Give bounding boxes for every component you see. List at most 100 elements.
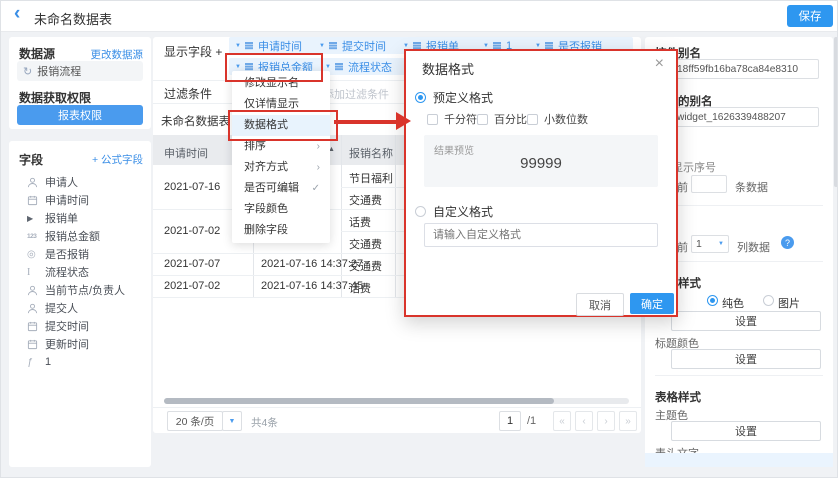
radio-off-icon	[415, 206, 426, 217]
menu-item-detail-only[interactable]: 仅详情显示	[232, 94, 330, 115]
report-permission-button[interactable]: 报表权限	[17, 105, 143, 125]
setting-label: 设置	[735, 423, 757, 439]
menu-item-editable[interactable]: 是否可编辑✓	[232, 178, 330, 199]
table-cell: 2021-07-16	[164, 181, 220, 193]
cancel-button[interactable]: 取消	[576, 293, 624, 316]
custom-format-input[interactable]	[424, 223, 658, 247]
menu-item-sort[interactable]: 排序›	[232, 136, 330, 157]
bg-image-radio[interactable]	[763, 295, 774, 306]
menu-item-field-color[interactable]: 字段颜色	[232, 199, 330, 220]
bg-solid-radio[interactable]	[707, 295, 718, 306]
theme-color-setting-button[interactable]: 设置	[671, 421, 821, 441]
datasource-panel: 数据源 更改数据源 ↻ 报销流程 数据获取权限 报表权限	[9, 37, 151, 129]
table-cell: 节日福利	[349, 170, 393, 186]
header-text-highlight	[645, 453, 833, 467]
field-item[interactable]: 123 报销总金额	[27, 227, 149, 245]
show-first-input[interactable]	[691, 175, 727, 193]
menu-item-label: 排序	[244, 136, 266, 157]
field-item[interactable]: ƒ 1	[27, 353, 149, 371]
checkbox-label: 百分比	[494, 111, 527, 127]
column-header[interactable]: 报销名称	[349, 145, 393, 161]
formula-icon: ƒ	[27, 357, 45, 368]
decimal-checkbox[interactable]: 小数位数	[527, 111, 588, 127]
datasource-item[interactable]: ↻ 报销流程	[17, 61, 143, 81]
app-window: ‹ 未命名数据表 保存 数据源 更改数据源 ↻ 报销流程 数据获取权限 报表权限…	[0, 0, 838, 478]
field-chip[interactable]: ▼提交时间	[313, 37, 405, 54]
table-cell: 2021-07-16 14:37:27	[261, 258, 363, 270]
custom-format-option[interactable]: 自定义格式	[415, 203, 493, 220]
calendar-icon	[27, 195, 45, 206]
pager-last-button[interactable]: »	[619, 411, 637, 431]
divider	[153, 407, 641, 408]
checkbox-icon	[477, 114, 488, 125]
help-icon[interactable]: ?	[781, 236, 794, 249]
change-datasource-link[interactable]: 更改数据源	[67, 47, 143, 62]
field-context-menu: 修改显示名 仅详情显示 数据格式 排序› 对齐方式› 是否可编辑✓ 字段颜色 删…	[232, 71, 330, 243]
filter-placeholder[interactable]: 添加过滤条件	[323, 86, 389, 102]
user-icon	[27, 285, 45, 296]
column-header[interactable]: 申请时间	[164, 145, 208, 161]
report-alias-input[interactable]	[671, 107, 819, 127]
divider	[655, 375, 823, 376]
menu-item-rename[interactable]: 修改显示名	[232, 73, 330, 94]
chevron-down-icon: ▼	[235, 64, 241, 70]
user-icon	[27, 303, 45, 314]
menu-item-label: 删除字段	[244, 220, 288, 241]
widget-alias-input[interactable]	[671, 59, 819, 79]
field-item[interactable]: 申请人	[27, 173, 149, 191]
field-item[interactable]: 提交时间	[27, 317, 149, 335]
hscrollbar-thumb[interactable]	[164, 398, 554, 404]
annotation-arrowhead	[396, 112, 411, 130]
page-size-select[interactable]: 20 条/页	[167, 411, 223, 431]
custom-format-label: 自定义格式	[433, 203, 493, 220]
field-item[interactable]: 更新时间	[27, 335, 149, 353]
confirm-button[interactable]: 确定	[630, 293, 674, 314]
field-chip[interactable]: ▼申请时间	[229, 37, 321, 54]
pager-next-icon: ›	[604, 416, 607, 427]
flow-icon: ↻	[23, 65, 32, 78]
field-label: 提交人	[45, 300, 78, 316]
field-item[interactable]: 提交人	[27, 299, 149, 317]
percent-checkbox[interactable]: 百分比	[477, 111, 527, 127]
chevron-down-icon: ▼	[403, 43, 409, 49]
list-icon	[245, 63, 253, 64]
menu-item-data-format[interactable]: 数据格式	[232, 115, 330, 136]
divider	[655, 205, 823, 206]
field-item[interactable]: 当前节点/负责人	[27, 281, 149, 299]
field-item[interactable]: ▶ 报销单	[27, 209, 149, 227]
pager-next-button[interactable]: ›	[597, 411, 615, 431]
preview-value: 99999	[424, 155, 658, 172]
chevron-down-icon: ▼	[483, 43, 489, 49]
bg-setting-button[interactable]: 设置	[671, 311, 821, 331]
list-icon	[413, 42, 421, 43]
pager-prev-button[interactable]: ‹	[575, 411, 593, 431]
freeze-count-value: 1	[696, 238, 702, 250]
title-color-setting-button[interactable]: 设置	[671, 349, 821, 369]
save-button[interactable]: 保存	[787, 5, 833, 27]
chevron-down-icon: ▼	[535, 43, 541, 49]
menu-item-align[interactable]: 对齐方式›	[232, 157, 330, 178]
page-size-caret[interactable]: ▼	[222, 411, 242, 431]
close-icon[interactable]: ×	[655, 55, 664, 73]
pager-first-button[interactable]: «	[553, 411, 571, 431]
menu-item-delete[interactable]: 删除字段	[232, 220, 330, 241]
back-icon[interactable]: ‹	[14, 3, 20, 25]
page-number-input[interactable]: 1	[499, 411, 521, 431]
field-item[interactable]: 申请时间	[27, 191, 149, 209]
field-item[interactable]: ◎ 是否报销	[27, 245, 149, 263]
add-formula-field-link[interactable]: + 公式字段	[63, 152, 143, 167]
predefined-format-option[interactable]: 预定义格式	[415, 89, 493, 106]
table-title: 未命名数据表	[161, 113, 230, 129]
predefined-format-label: 预定义格式	[433, 89, 493, 106]
menu-item-label: 修改显示名	[244, 73, 299, 94]
calendar-icon	[27, 321, 45, 332]
datasource-item-label: 报销流程	[37, 63, 81, 79]
column-divider	[341, 135, 342, 297]
field-chip[interactable]: ▼流程状态	[319, 58, 407, 75]
thousands-checkbox[interactable]: 千分符	[427, 111, 477, 127]
freeze-count-select[interactable]: 1 ▼	[691, 235, 729, 253]
vscrollbar-thumb[interactable]	[834, 37, 838, 187]
cancel-label: 取消	[589, 297, 611, 313]
page-size-value: 20 条/页	[176, 414, 215, 429]
field-item[interactable]: I 流程状态	[27, 263, 149, 281]
